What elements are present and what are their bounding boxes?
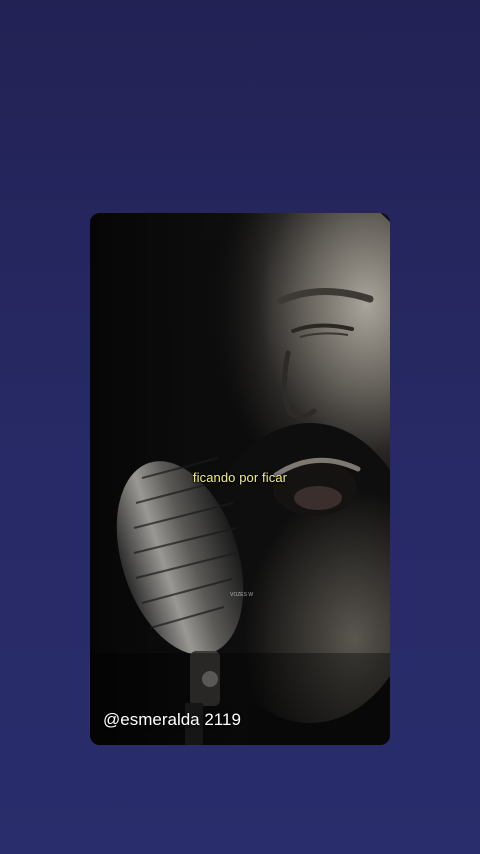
video-watermark: VOZES W	[230, 592, 254, 598]
video-player[interactable]: ficando por ficar VOZES W @esmeralda 211…	[90, 213, 390, 745]
video-username[interactable]: @esmeralda 2119	[103, 710, 241, 730]
video-subtitle: ficando por ficar	[192, 470, 288, 485]
